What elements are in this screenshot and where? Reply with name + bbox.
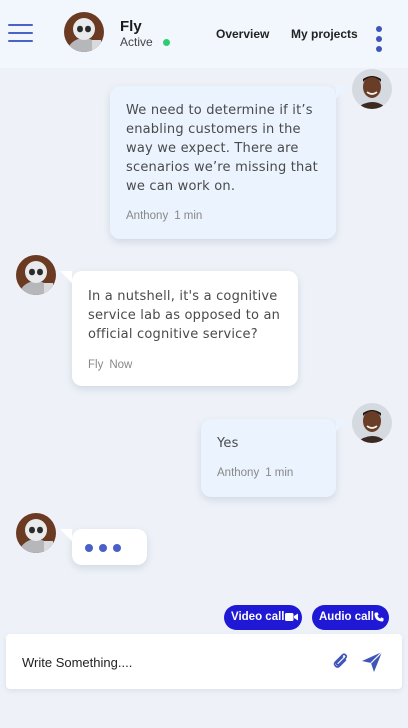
- message-bubble: Yes Anthony 1 min: [201, 419, 348, 497]
- chat-header: Fly Active Overview My projects: [0, 0, 408, 68]
- more-options-icon[interactable]: [376, 26, 384, 52]
- video-call-label: Video call: [231, 611, 285, 623]
- audio-call-button[interactable]: Audio call: [312, 605, 389, 630]
- audio-call-label: Audio call: [319, 611, 374, 623]
- message-time: Now: [109, 359, 133, 371]
- typing-dot: [85, 544, 93, 552]
- anthony-avatar: [352, 69, 392, 109]
- fly-avatar: [16, 255, 56, 295]
- typing-indicator: [60, 529, 147, 565]
- message-author: Anthony: [217, 467, 260, 479]
- hamburger-menu-icon[interactable]: [8, 24, 33, 43]
- nav-overview-link[interactable]: Overview: [216, 27, 269, 41]
- message-composer: [6, 634, 402, 689]
- message-bubble: We need to determine if it’s enabling cu…: [110, 86, 348, 239]
- message-author: Anthony: [126, 210, 169, 222]
- contact-name: Fly: [120, 18, 142, 35]
- message-time: 1 min: [174, 210, 203, 222]
- contact-status: Active: [120, 35, 153, 49]
- message-text: In a nutshell, it's a cognitive service …: [88, 289, 281, 342]
- contact-avatar[interactable]: [64, 12, 104, 52]
- paperclip-icon[interactable]: [331, 651, 351, 671]
- video-camera-icon: [285, 613, 298, 621]
- nav-my-projects-link[interactable]: My projects: [291, 27, 358, 41]
- anthony-avatar: [352, 403, 392, 443]
- message-author: Fly: [88, 359, 104, 371]
- typing-dot: [113, 544, 121, 552]
- fly-avatar: [16, 513, 56, 553]
- message-text: We need to determine if it’s enabling cu…: [126, 103, 318, 194]
- message-meta: Anthony 1 min: [217, 467, 293, 479]
- message-text: Yes: [217, 436, 239, 451]
- message-meta: Anthony 1 min: [126, 210, 202, 222]
- video-call-button[interactable]: Video call: [224, 605, 302, 630]
- typing-dot: [99, 544, 107, 552]
- online-status-dot: [163, 39, 170, 46]
- message-time: 1 min: [265, 467, 294, 479]
- message-bubble: In a nutshell, it's a cognitive service …: [60, 271, 298, 386]
- message-meta: Fly Now: [88, 359, 132, 371]
- send-icon[interactable]: [361, 651, 383, 673]
- phone-icon: [374, 612, 384, 622]
- message-input[interactable]: [22, 653, 312, 671]
